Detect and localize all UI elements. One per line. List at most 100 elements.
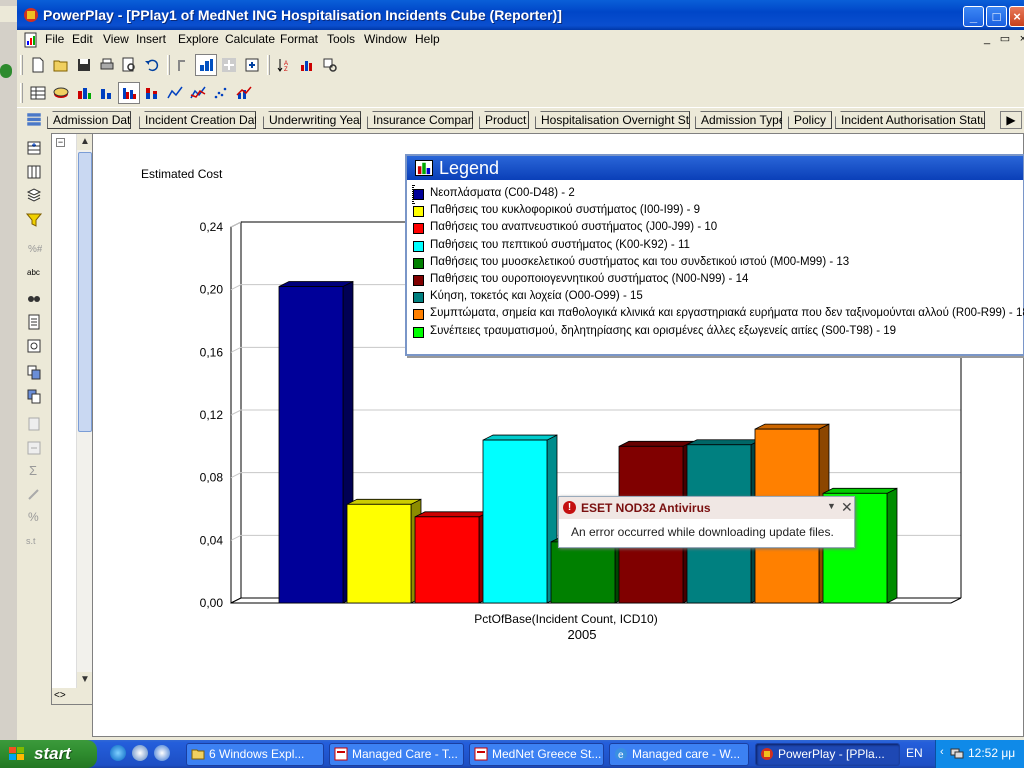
dimension-incident-authorisation-status[interactable]: Incident Authorisation Status xyxy=(835,111,985,129)
scroll-up-icon[interactable]: ▲ xyxy=(77,134,93,150)
legend-title-bar[interactable]: Legend xyxy=(407,156,1023,180)
stacked-bar-button[interactable] xyxy=(141,82,163,104)
menu-edit[interactable]: Edit xyxy=(72,32,93,46)
details-button[interactable] xyxy=(23,413,45,435)
dimension-viewer-vertical-scrollbar[interactable]: ▲ ▼ xyxy=(76,134,93,689)
open-button[interactable] xyxy=(50,54,72,76)
mdi-minimize-button[interactable]: _ xyxy=(979,32,995,46)
language-indicator[interactable]: EN xyxy=(906,746,923,760)
new-button[interactable] xyxy=(27,54,49,76)
menu-file[interactable]: File xyxy=(45,32,64,46)
menu-tools[interactable]: Tools xyxy=(327,32,355,46)
menu-calculate[interactable]: Calculate xyxy=(225,32,275,46)
custom-exception-button[interactable] xyxy=(23,483,45,505)
scroll-down-icon[interactable]: ▼ xyxy=(77,672,93,688)
menu-help[interactable]: Help xyxy=(415,32,440,46)
media-player-icon[interactable] xyxy=(154,745,170,761)
close-button[interactable]: × xyxy=(1009,6,1024,27)
clock[interactable]: 12:52 μμ xyxy=(968,746,1015,760)
network-icon[interactable] xyxy=(950,746,964,760)
task-mednet-greece[interactable]: MedNet Greece St... xyxy=(469,743,604,766)
document-icon[interactable] xyxy=(23,32,39,48)
menu-window[interactable]: Window xyxy=(364,32,407,46)
scatter-button[interactable] xyxy=(210,82,232,104)
dimension-product[interactable]: Product xyxy=(479,111,529,129)
exception-highlight-button[interactable] xyxy=(319,54,341,76)
bar[interactable] xyxy=(346,498,422,604)
explain-button[interactable] xyxy=(241,54,263,76)
internet-explorer-icon[interactable] xyxy=(110,745,126,761)
dimension-viewer-horizontal-scroll[interactable]: <> xyxy=(52,688,92,704)
mdi-restore-button[interactable]: ▭ xyxy=(997,32,1013,46)
suppress-button[interactable] xyxy=(23,335,45,357)
quicklaunch-browser-icon[interactable] xyxy=(132,745,148,761)
multiline-button[interactable] xyxy=(187,82,209,104)
menu-format[interactable]: Format xyxy=(280,32,318,46)
drill-up-button[interactable] xyxy=(172,54,194,76)
print-preview-button[interactable] xyxy=(118,54,140,76)
calc-button[interactable] xyxy=(23,437,45,459)
task-powerplay[interactable]: PowerPlay - [PPla... xyxy=(755,743,900,766)
bar[interactable] xyxy=(414,511,490,604)
menu-view[interactable]: View xyxy=(103,32,129,46)
dimension-hospitalisation-overnight-stay[interactable]: Hospitalisation Overnight Stay xyxy=(535,111,690,129)
insert-row-button[interactable] xyxy=(23,137,45,159)
undo-button[interactable] xyxy=(141,54,163,76)
paste-button[interactable] xyxy=(23,385,45,407)
print-button[interactable] xyxy=(96,54,118,76)
antivirus-notification[interactable]: ! ESET NOD32 Antivirus ▼ ✕ An error occu… xyxy=(558,496,855,548)
title-bar[interactable]: PowerPlay - [PPlay1 of MedNet ING Hospit… xyxy=(17,0,1024,30)
toolbar-grip[interactable] xyxy=(20,83,23,103)
menu-explore[interactable]: Explore xyxy=(178,32,219,46)
dimension-incident-creation-date[interactable]: Incident Creation Date xyxy=(139,111,256,129)
notification-close-button[interactable]: ✕ xyxy=(841,499,853,516)
scrollbar-thumb[interactable] xyxy=(78,152,92,432)
line-button[interactable] xyxy=(164,82,186,104)
tray-expand-icon[interactable]: ‹ xyxy=(940,746,944,758)
insert-layer-button[interactable] xyxy=(23,185,45,207)
dimension-viewer-icon[interactable] xyxy=(25,111,43,129)
task-managed-care-web[interactable]: e Managed care - W... xyxy=(609,743,749,766)
chevron-down-icon[interactable]: ▼ xyxy=(827,501,836,511)
sort-button[interactable]: AZ xyxy=(273,54,295,76)
dimension-scroll-right-button[interactable]: ▶ xyxy=(1000,111,1022,129)
sum-button[interactable]: Σ xyxy=(23,459,45,481)
clustered-bar-button[interactable] xyxy=(118,82,140,104)
legend-window[interactable]: Legend Νεοπλάσματα (C00-D48) - 2 Παθήσεις… xyxy=(405,154,1024,356)
task-managed-care-doc[interactable]: Managed Care - T... xyxy=(329,743,464,766)
simple-bar-button[interactable] xyxy=(96,82,118,104)
minimize-button[interactable]: _ xyxy=(963,6,984,27)
mdi-close-button[interactable]: × xyxy=(1015,32,1024,46)
task-windows-explorer[interactable]: 6 Windows Expl... xyxy=(186,743,324,766)
find-button[interactable] xyxy=(23,287,45,309)
toolbar-grip[interactable] xyxy=(20,55,23,75)
3d-bar-button[interactable] xyxy=(73,82,95,104)
bar[interactable] xyxy=(482,434,558,604)
pie-button[interactable] xyxy=(50,82,72,104)
abc-label-button[interactable]: abc xyxy=(23,261,45,283)
drill-down-button[interactable] xyxy=(195,54,217,76)
add-button[interactable] xyxy=(218,54,240,76)
insert-column-button[interactable] xyxy=(23,161,45,183)
start-button[interactable]: start xyxy=(0,740,97,768)
percent-of-base-button[interactable]: % xyxy=(23,505,45,527)
correlation-button[interactable] xyxy=(233,82,255,104)
dimension-admission-date[interactable]: Admission Date xyxy=(47,111,131,129)
bar[interactable] xyxy=(278,280,354,604)
notes-button[interactable] xyxy=(23,311,45,333)
dimension-insurance-company[interactable]: Insurance Company xyxy=(367,111,473,129)
maximize-button[interactable]: □ xyxy=(986,6,1007,27)
dimension-admission-type[interactable]: Admission Type xyxy=(695,111,782,129)
filter-button[interactable] xyxy=(23,209,45,231)
save-button[interactable] xyxy=(73,54,95,76)
toolbar-separator xyxy=(167,55,170,75)
statistics-button[interactable]: s.t xyxy=(23,529,45,551)
dimension-underwriting-year[interactable]: Underwriting Year xyxy=(263,111,361,129)
menu-insert[interactable]: Insert xyxy=(136,32,166,46)
percent-button[interactable]: %# xyxy=(23,237,45,259)
dimension-policy[interactable]: Policy xyxy=(788,111,832,129)
copy-button[interactable] xyxy=(23,361,45,383)
crosstab-button[interactable] xyxy=(27,82,49,104)
collapse-icon[interactable]: − xyxy=(56,138,65,147)
rank-button[interactable] xyxy=(296,54,318,76)
